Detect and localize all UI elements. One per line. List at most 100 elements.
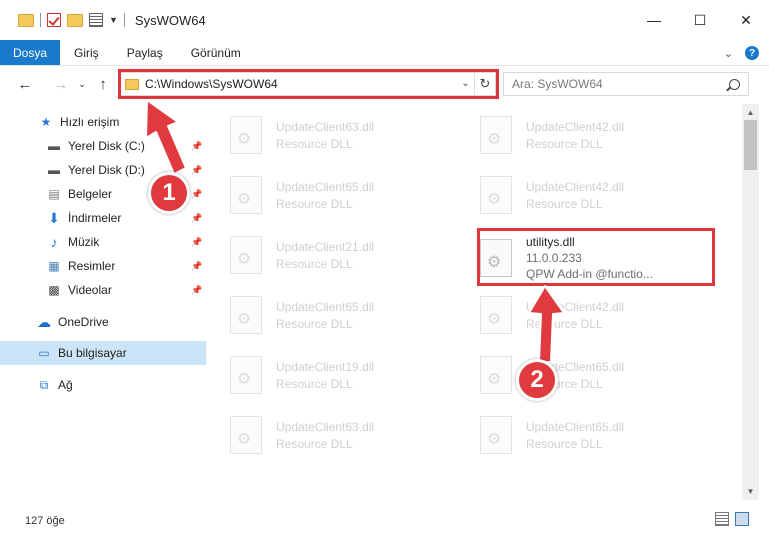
videos-icon: ▩	[48, 283, 60, 297]
sidebar-item-quick-access[interactable]: ★ Hızlı erişim	[0, 110, 206, 134]
list-item[interactable]: UpdateClient42.dllResource DLL	[456, 288, 696, 342]
dll-file-icon	[480, 116, 512, 154]
item-count: 127 öğe	[25, 515, 65, 527]
list-item[interactable]: UpdateClient63.dllResource DLL	[206, 108, 446, 162]
search-input[interactable]	[512, 77, 729, 91]
pictures-icon: ▦	[48, 259, 60, 273]
ribbon-tabs: Dosya Giriş Paylaş Görünüm ⌄ ?	[0, 40, 769, 66]
forward-arrow-icon[interactable]: →	[50, 73, 72, 95]
tab-share[interactable]: Paylaş	[113, 40, 177, 65]
quick-access-toolbar: ▼	[0, 0, 125, 40]
pin-icon[interactable]: 📌	[191, 189, 202, 200]
pin-icon[interactable]: 📌	[191, 213, 202, 224]
customize-toolbar-chevron-icon[interactable]: ▼	[109, 15, 118, 25]
list-item[interactable]: UpdateClient65.dllResource DLL	[206, 288, 446, 342]
list-item[interactable]: UpdateClient19.dllResource DLL	[206, 348, 446, 402]
sidebar-item-label: İndirmeler	[68, 211, 122, 225]
expand-ribbon-chevron-icon[interactable]: ⌄	[724, 47, 733, 60]
tab-view[interactable]: Görünüm	[177, 40, 255, 65]
list-item[interactable]: UpdateClient63.dllResource DLL	[206, 408, 446, 462]
maximize-icon: ☐	[693, 11, 707, 28]
sidebar-item-this-pc[interactable]: ▭ Bu bilgisayar	[0, 341, 206, 365]
dll-file-icon	[480, 356, 512, 394]
scroll-down-arrow-icon[interactable]: ▼	[742, 483, 759, 500]
pin-icon[interactable]: 📌	[191, 237, 202, 248]
minimize-icon: —	[647, 12, 661, 28]
sidebar-item-videos[interactable]: ▩ Videolar 📌	[0, 278, 206, 302]
sidebar-item-network[interactable]: ⧉ Ağ	[0, 373, 206, 397]
search-box[interactable]	[503, 72, 749, 96]
file-highlight-box	[477, 228, 715, 286]
sidebar-item-label: Bu bilgisayar	[58, 346, 127, 360]
maximize-button[interactable]: ☐	[677, 0, 723, 40]
sidebar-item-label: OneDrive	[58, 315, 109, 329]
sidebar-item-label: Resimler	[68, 259, 116, 273]
toolbar-separator	[123, 13, 125, 27]
vertical-scrollbar[interactable]: ▲ ▼	[742, 104, 759, 500]
sidebar-item-label: Müzik	[68, 235, 100, 249]
file-list: UpdateClient63.dllResource DLL UpdateCli…	[206, 104, 742, 500]
minimize-button[interactable]: —	[631, 0, 677, 40]
sidebar-item-pictures[interactable]: ▦ Resimler 📌	[0, 254, 206, 278]
search-icon[interactable]	[729, 78, 740, 90]
pin-icon[interactable]: 📌	[191, 285, 202, 296]
step-2-badge: 2	[516, 359, 558, 401]
list-item[interactable]: UpdateClient42.dllResource DLL	[456, 108, 696, 162]
sidebar-item-local-disk-c[interactable]: ▬ Yerel Disk (C:) 📌	[0, 134, 206, 158]
new-folder-icon[interactable]	[67, 13, 83, 27]
list-item[interactable]: UpdateClient65.dllResource DLL	[456, 408, 696, 462]
drive-icon: ▬	[48, 139, 60, 153]
sidebar-item-label: Yerel Disk (C:)	[68, 139, 145, 153]
large-icons-view-icon[interactable]	[735, 512, 749, 526]
sidebar-item-label: Hızlı erişim	[60, 115, 120, 129]
up-arrow-icon[interactable]: ↑	[92, 73, 114, 95]
pin-icon[interactable]: 📌	[191, 261, 202, 272]
recent-locations-chevron-icon[interactable]: ⌄	[76, 73, 88, 95]
status-bar: 127 öğe	[0, 500, 769, 540]
list-item[interactable]: UpdateClient65.dllResource DLL	[456, 348, 696, 402]
network-icon: ⧉	[39, 377, 49, 392]
close-button[interactable]: ✕	[723, 0, 769, 40]
properties-check-icon[interactable]	[47, 13, 61, 27]
dll-file-icon	[480, 296, 512, 334]
sidebar-item-label: Videolar	[68, 283, 112, 297]
title-bar: ▼ SysWOW64 — ☐ ✕	[0, 0, 769, 40]
sidebar-item-music[interactable]: ♪ Müzik 📌	[0, 230, 206, 254]
folder-icon[interactable]	[18, 13, 34, 27]
properties-icon[interactable]	[89, 13, 103, 27]
dll-file-icon	[480, 416, 512, 454]
star-icon: ★	[40, 115, 52, 129]
dll-file-icon	[230, 356, 262, 394]
dll-file-icon	[480, 176, 512, 214]
close-icon: ✕	[740, 11, 752, 28]
step-1-badge: 1	[148, 172, 190, 214]
scroll-up-arrow-icon[interactable]: ▲	[742, 104, 759, 121]
dll-file-icon	[230, 416, 262, 454]
cloud-icon: ☁	[37, 313, 51, 330]
list-item[interactable]: UpdateClient21.dllResource DLL	[206, 228, 446, 282]
sidebar-item-onedrive[interactable]: ☁ OneDrive	[0, 310, 206, 334]
computer-icon: ▭	[38, 346, 50, 360]
list-item[interactable]: UpdateClient65.dllResource DLL	[206, 168, 446, 222]
dll-file-icon	[230, 116, 262, 154]
dll-file-icon	[230, 236, 262, 274]
dll-file-icon	[230, 296, 262, 334]
sidebar-item-label: Belgeler	[68, 187, 113, 201]
sidebar-item-label: Ağ	[58, 378, 73, 392]
tab-file[interactable]: Dosya	[0, 40, 61, 65]
navigation-pane: ★ Hızlı erişim ▬ Yerel Disk (C:) 📌 ▬ Yer…	[0, 104, 206, 500]
sidebar-item-label: Yerel Disk (D:)	[68, 163, 145, 177]
back-arrow-icon[interactable]: ←	[14, 73, 36, 95]
help-icon[interactable]: ?	[745, 46, 759, 60]
address-highlight-box	[118, 69, 499, 99]
details-view-icon[interactable]	[715, 512, 729, 526]
drive-icon: ▬	[48, 163, 60, 177]
scrollbar-thumb[interactable]	[744, 120, 757, 170]
window-title: SysWOW64	[134, 12, 206, 28]
pin-icon[interactable]: 📌	[191, 141, 202, 152]
music-icon: ♪	[50, 234, 58, 250]
tab-home[interactable]: Giriş	[60, 40, 113, 65]
documents-icon: ▤	[48, 187, 60, 201]
list-item[interactable]: UpdateClient42.dllResource DLL	[456, 168, 696, 222]
pin-icon[interactable]: 📌	[191, 165, 202, 176]
